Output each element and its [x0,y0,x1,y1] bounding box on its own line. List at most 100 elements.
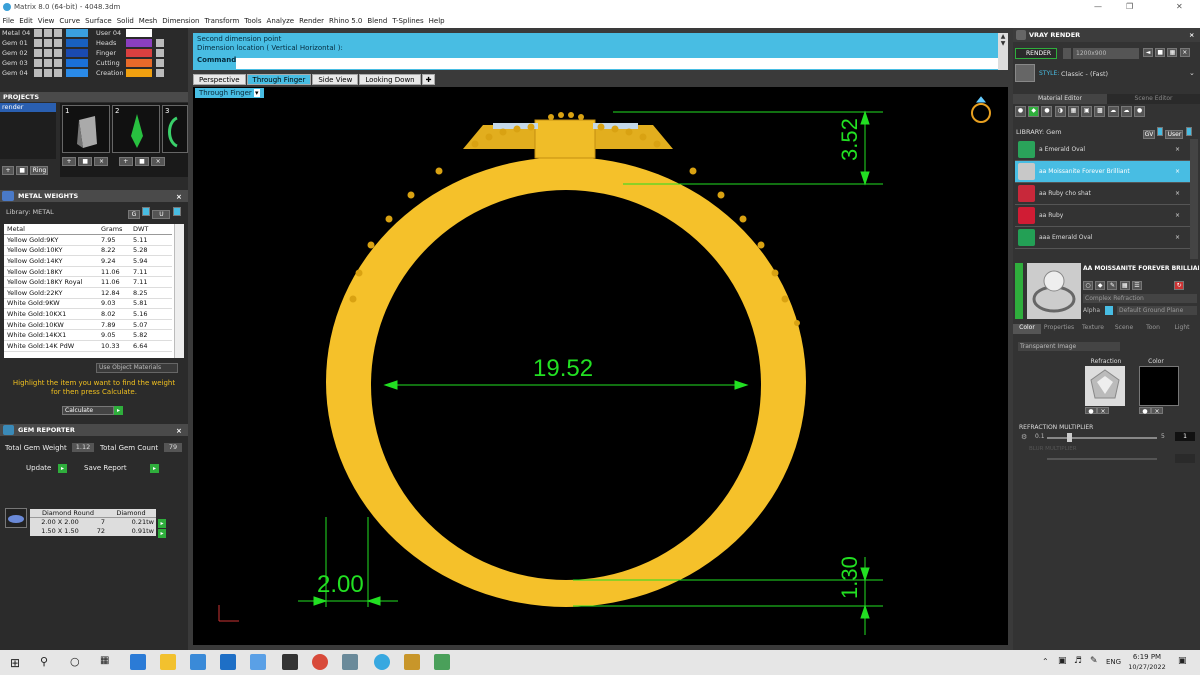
tab-material-editor[interactable]: Material Editor [1013,94,1107,104]
lock-icon[interactable] [44,69,52,77]
gear-icon[interactable]: ⚙ [1021,433,1027,441]
layer-toggle[interactable] [34,59,42,67]
maximize-icon[interactable]: ❐ [1126,0,1133,14]
table-row[interactable]: Yellow Gold:10KY 8.22 5.28 [4,245,172,257]
calculate-button[interactable]: Calculate [62,406,114,415]
slider-handle[interactable] [1067,433,1072,442]
material-item[interactable]: aa Ruby cho shat × [1015,183,1190,205]
layer-row[interactable]: Gem 04 [2,68,30,78]
layer-color[interactable] [126,39,152,47]
edge-icon[interactable] [130,654,146,670]
command-input[interactable] [236,58,998,69]
app-icon[interactable] [342,654,358,670]
layer-row[interactable]: Metal 04 [2,28,30,38]
menu-solid[interactable]: Solid [114,14,136,28]
cortana-icon[interactable]: ○ [70,655,80,668]
scrollbar[interactable] [174,224,184,358]
menu-rhino[interactable]: Rhino 5.0 [327,14,365,28]
library-toggle[interactable]: U [152,210,171,219]
menu-tsplines[interactable]: T-Splines [390,14,426,28]
color-swatch[interactable] [1139,366,1179,406]
library-toggle[interactable] [1185,127,1192,136]
resolution-field[interactable]: 1200x900 [1073,48,1139,59]
menu-surface[interactable]: Surface [83,14,115,28]
layer-toggle[interactable] [34,49,42,57]
chrome-icon[interactable] [312,654,328,670]
table-row[interactable]: Yellow Gold:14KY 9.24 5.94 [4,255,172,267]
tab-looking-down[interactable]: Looking Down [359,74,421,85]
play-icon[interactable]: ▸ [158,529,166,538]
network-icon[interactable]: ▣ [1058,656,1067,666]
paint-icon[interactable]: ● [1085,407,1097,415]
close-icon[interactable]: × [1175,205,1180,227]
layer-row[interactable]: Gem 02 [2,48,30,58]
save-report-button[interactable]: Save Report [84,464,127,472]
add-icon[interactable]: + [118,157,133,166]
table-row[interactable]: White Gold:10KX1 8.02 5.16 [4,308,172,320]
close-icon[interactable]: × [1175,183,1180,205]
close-icon[interactable]: × [1151,407,1163,415]
table-row[interactable]: Yellow Gold:18KY 11.06 7.11 [4,266,172,278]
tab-texture[interactable]: Texture [1077,324,1109,334]
layer-toggle[interactable] [54,29,62,37]
library-gv-button[interactable]: GV [1143,130,1155,139]
layer-toggle[interactable] [34,29,42,37]
thumbnail-ring[interactable]: 3 [162,105,188,153]
close-icon[interactable]: × [1175,139,1180,161]
layer-type-select[interactable]: Transparent Image [1018,342,1120,351]
menu-curve[interactable]: Curve [57,14,83,28]
folder-icon[interactable]: ■ [78,157,93,166]
gem-icon[interactable]: ◆ [1095,281,1106,290]
play-icon[interactable]: ▸ [114,406,123,415]
app-icon[interactable] [404,654,420,670]
layer-color[interactable] [66,49,88,57]
add-view-icon[interactable]: ✚ [421,74,436,85]
table-row[interactable]: Yellow Gold:18KY Royal 11.06 7.11 [4,276,172,289]
layer-row[interactable]: User 04 [96,28,124,38]
drop-icon[interactable]: ● [1015,106,1026,117]
table-row[interactable]: Yellow Gold:22KY 12.84 8.25 [4,287,172,299]
refresh-icon[interactable]: ↻ [1174,281,1185,290]
prev-icon[interactable]: ◄ [1143,48,1153,57]
alpha-toggle[interactable] [1105,306,1113,315]
lock-icon[interactable] [44,29,52,37]
layer-color[interactable] [66,59,88,67]
sphere-icon[interactable]: ● [1041,106,1053,117]
lock-icon[interactable] [156,59,164,67]
layer-color[interactable] [126,29,152,37]
library-toggle[interactable] [172,207,181,216]
layer-color[interactable] [66,69,88,77]
grid-icon[interactable]: ▦ [1119,281,1130,290]
layer-row[interactable]: Finger [96,48,124,58]
menu-render[interactable]: Render [297,14,327,28]
table-row[interactable]: White Gold:10KW 7.89 5.07 [4,319,172,331]
pattern-icon[interactable]: ▩ [1094,106,1106,117]
chevron-down-icon[interactable]: ⌄ [1189,69,1195,77]
light-icon[interactable]: ● [1134,106,1146,117]
lock-icon[interactable] [44,39,52,47]
library-toggle[interactable] [1157,127,1164,136]
close-icon[interactable]: × [1175,161,1180,183]
table-row[interactable]: 2.00 X 2.00 7 0.21tw [30,518,156,527]
use-object-materials-select[interactable]: Use Object Materials [96,363,178,373]
paint-icon[interactable]: ● [1139,407,1151,415]
table-row[interactable]: 1.50 X 1.50 72 0.91tw [30,527,156,536]
library-toggle[interactable]: G [128,210,140,219]
clock-date[interactable]: 10/27/2022 [1126,663,1168,671]
menu-dimension[interactable]: Dimension [160,14,202,28]
lock-icon[interactable] [44,59,52,67]
mail-icon[interactable] [220,654,236,670]
shade-icon[interactable]: ◑ [1054,106,1066,117]
layer-row[interactable]: Heads [96,38,124,48]
app-icon[interactable] [282,654,298,670]
close-icon[interactable]: × [1097,407,1109,415]
slider-value[interactable]: 1 [1175,432,1195,441]
menu-blend[interactable]: Blend [365,14,390,28]
layer-toggle[interactable] [54,59,62,67]
menu-mesh[interactable]: Mesh [136,14,159,28]
folder-icon[interactable]: ■ [16,166,29,175]
play-icon[interactable]: ▸ [150,464,159,473]
tab-light[interactable]: Light [1167,324,1197,334]
table-row[interactable]: Yellow Gold:9KY 7.95 5.11 [4,234,172,246]
lock-icon[interactable] [44,49,52,57]
